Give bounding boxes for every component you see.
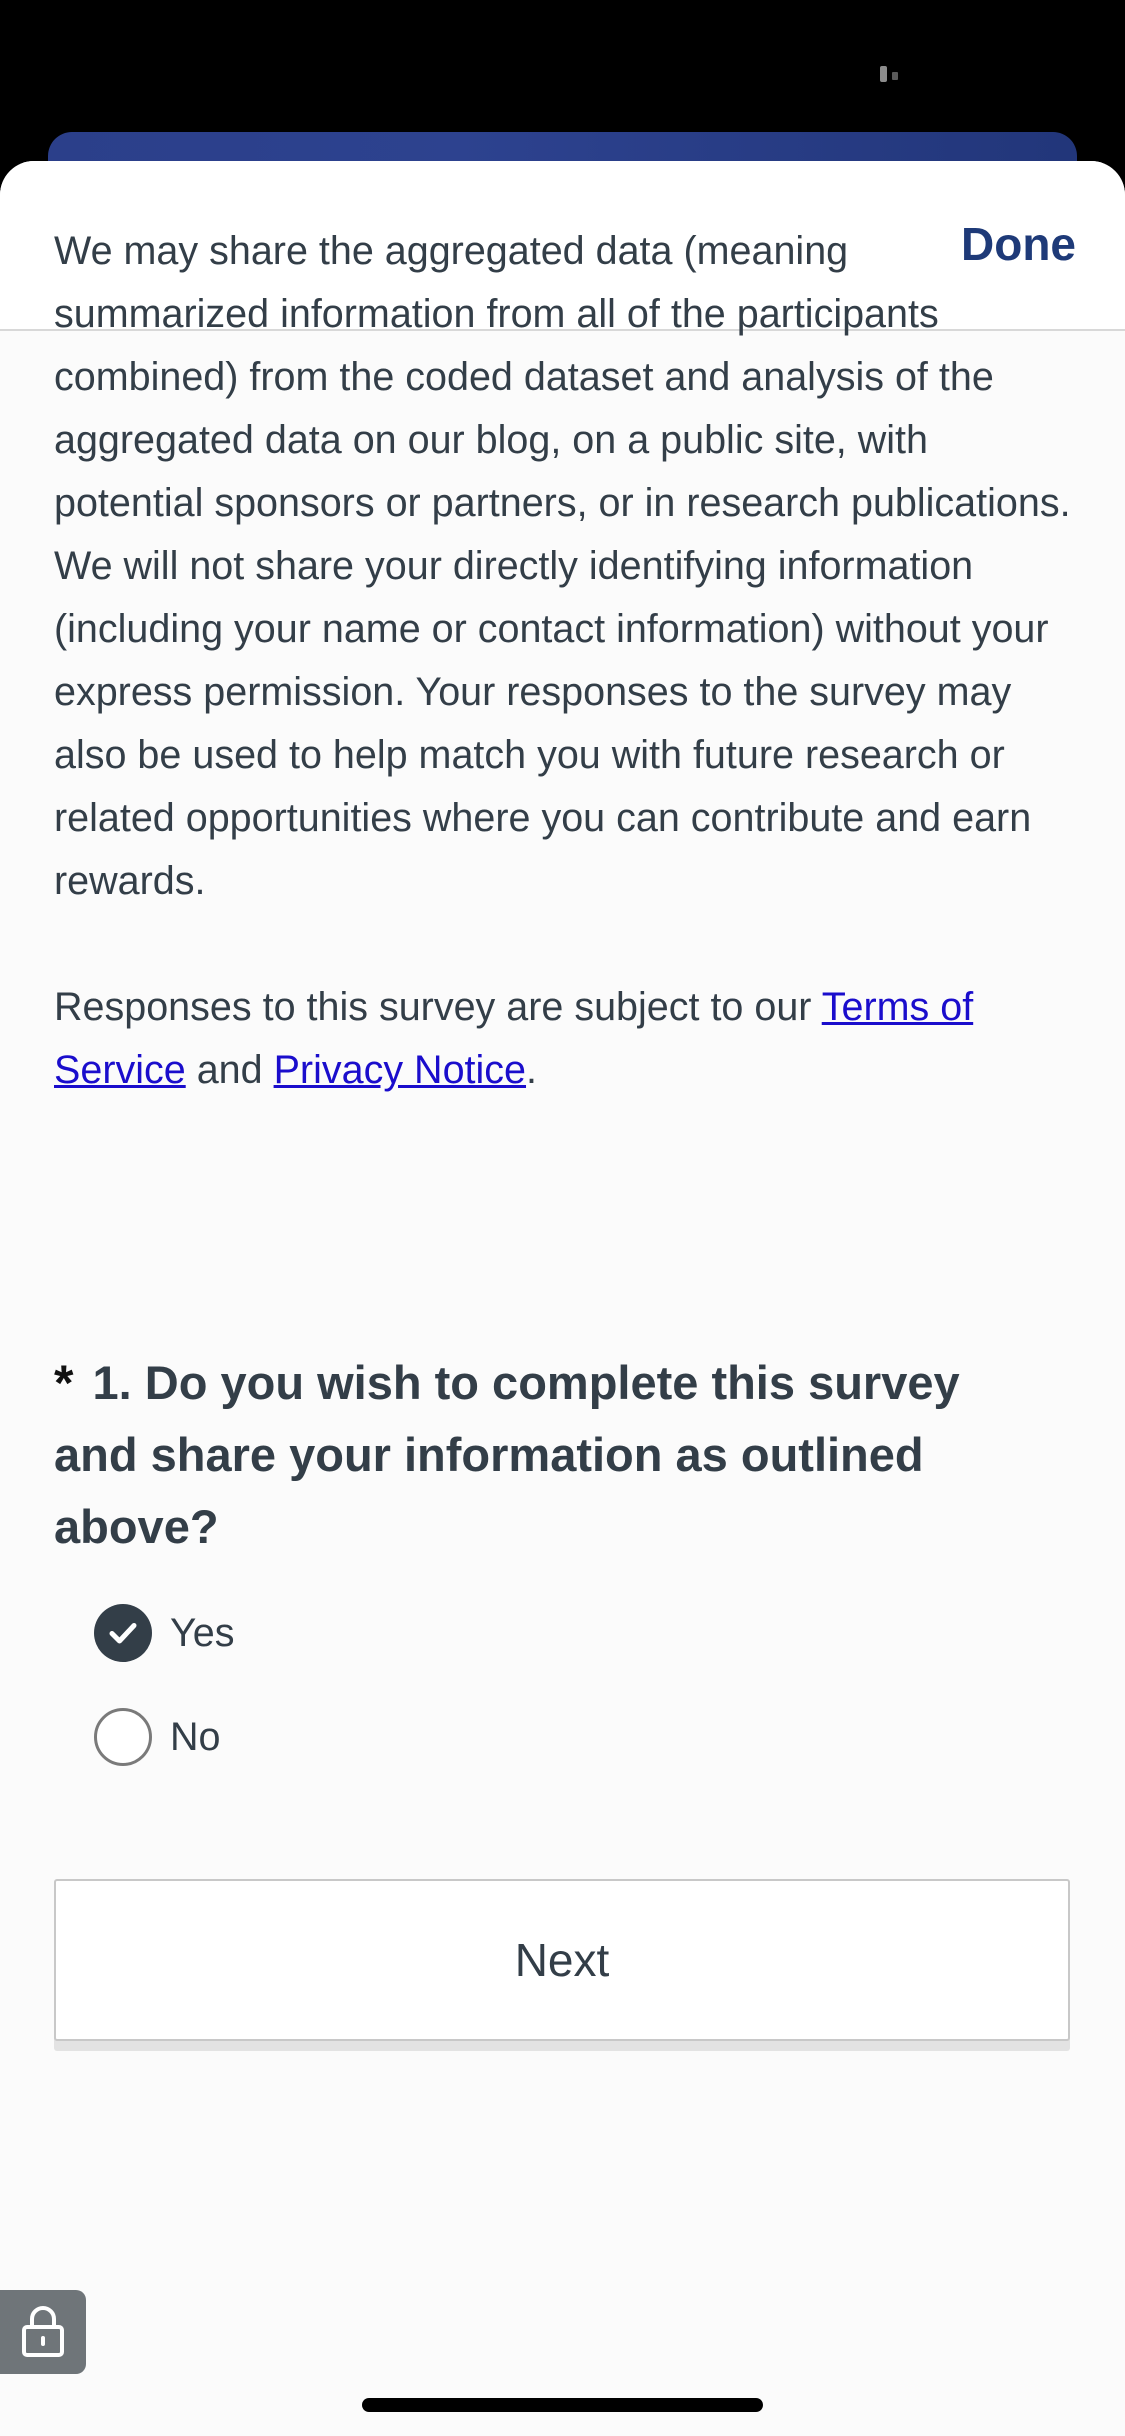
option-yes[interactable]: Yes	[94, 1604, 234, 1662]
radio-no-unchecked[interactable]	[94, 1708, 152, 1766]
terms-middle-text: and	[185, 1048, 274, 1092]
terms-prefix-text: Responses to this survey are subject to …	[54, 985, 822, 1029]
lock-icon	[22, 2306, 64, 2357]
option-no-label: No	[170, 1714, 221, 1759]
terms-paragraph: Responses to this survey are subject to …	[54, 976, 1074, 1102]
home-indicator	[362, 2398, 763, 2412]
lock-button[interactable]	[0, 2290, 86, 2374]
terms-suffix-text: .	[526, 1048, 537, 1092]
required-marker: *	[54, 1355, 74, 1411]
data-sharing-paragraph: We may share the aggregated data (meanin…	[54, 229, 1071, 903]
option-yes-label: Yes	[170, 1610, 235, 1655]
next-button[interactable]: Next	[54, 1879, 1070, 2041]
privacy-notice-link[interactable]: Privacy Notice	[274, 1048, 526, 1092]
status-indicator-icon	[880, 66, 898, 82]
option-no[interactable]: No	[94, 1708, 221, 1766]
question-text: 1. Do you wish to complete this survey a…	[54, 1356, 960, 1553]
survey-content: We may share the aggregated data (meanin…	[54, 220, 1074, 1102]
checkmark-icon	[109, 1623, 137, 1644]
radio-yes-checked[interactable]	[94, 1604, 152, 1662]
question-title: * 1. Do you wish to complete this survey…	[54, 1347, 1054, 1563]
